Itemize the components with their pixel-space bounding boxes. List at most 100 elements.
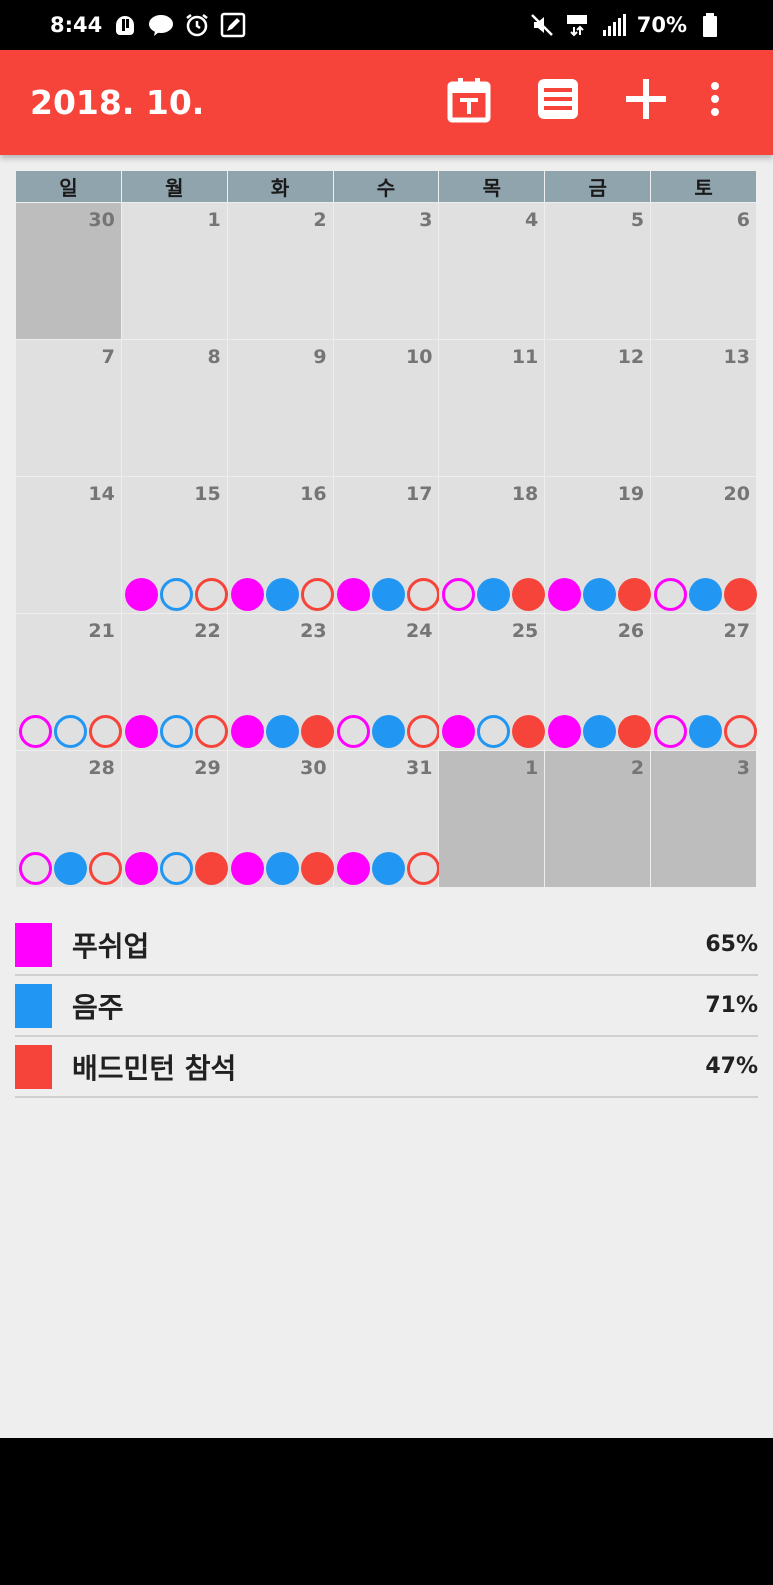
more-options-icon[interactable] (700, 76, 730, 128)
empty-habit-dot (194, 578, 228, 611)
list-view-icon[interactable] (535, 76, 587, 128)
calendar-day[interactable]: 16 (227, 477, 334, 613)
filled-habit-dot (230, 578, 264, 611)
day-number: 12 (617, 346, 645, 368)
empty-habit-dot (89, 715, 122, 748)
calendar-day[interactable]: 12 (545, 340, 651, 476)
filled-habit-dot (124, 715, 158, 748)
calendar-day[interactable]: 15 (121, 477, 228, 613)
calendar-day[interactable]: 23 (227, 614, 334, 750)
month-title[interactable]: 2018. 10. (30, 83, 204, 122)
empty-habit-dot (724, 715, 758, 748)
habit-markers (336, 852, 440, 885)
day-number: 2 (313, 209, 327, 231)
empty-habit-dot (406, 578, 440, 611)
calendar-day[interactable]: 7 (16, 340, 121, 476)
calendar-day[interactable]: 1 (439, 751, 545, 887)
calendar-day[interactable]: 4 (439, 203, 545, 339)
filled-habit-dot (54, 852, 87, 885)
calendar-day[interactable]: 11 (439, 340, 545, 476)
day-number: 30 (300, 757, 327, 779)
legend-row[interactable]: 푸쉬업 65% (15, 915, 758, 976)
filled-habit-dot (583, 578, 617, 611)
status-bar: 8:44 70% (0, 0, 773, 50)
calendar-day[interactable]: 14 (16, 477, 121, 613)
calendar-day[interactable]: 5 (545, 203, 651, 339)
filled-habit-dot (230, 715, 264, 748)
habit-legend: 푸쉬업 65% 음주 71% 배드민턴 참석 47% (15, 915, 758, 1098)
habit-markers (124, 715, 228, 748)
calendar-today-icon[interactable] (446, 76, 498, 128)
filled-habit-dot (230, 852, 264, 885)
habit-markers (442, 715, 546, 748)
filled-habit-dot (371, 715, 405, 748)
habit-markers (19, 852, 122, 885)
calendar-day[interactable]: 10 (333, 340, 439, 476)
habit-markers (336, 578, 440, 611)
calendar-day[interactable]: 19 (545, 477, 652, 613)
weekday-label: 토 (651, 171, 756, 202)
day-number: 15 (194, 483, 221, 505)
empty-habit-dot (159, 578, 193, 611)
day-number: 20 (723, 483, 750, 505)
calendar-day[interactable]: 3 (333, 203, 439, 339)
legend-row[interactable]: 배드민턴 참석 47% (15, 1037, 758, 1098)
empty-habit-dot (406, 852, 440, 885)
calendar-day[interactable]: 28 (16, 751, 122, 887)
day-number: 9 (313, 346, 327, 368)
empty-habit-dot (194, 715, 228, 748)
calendar-day[interactable]: 24 (333, 614, 440, 750)
status-time: 8:44 (50, 13, 103, 37)
calendar-day[interactable]: 6 (651, 203, 756, 339)
day-number: 3 (419, 209, 433, 231)
calendar-day[interactable]: 31 (333, 751, 440, 887)
weekday-label: 수 (333, 171, 439, 202)
day-number: 27 (723, 620, 750, 642)
day-number: 3 (736, 757, 750, 779)
calendar-day[interactable]: 21 (16, 614, 122, 750)
filled-habit-dot (512, 715, 546, 748)
calendar-day[interactable]: 2 (545, 751, 651, 887)
filled-habit-dot (689, 715, 723, 748)
empty-habit-dot (159, 715, 193, 748)
navigation-bar-area (0, 1438, 773, 1585)
legend-row[interactable]: 음주 71% (15, 976, 758, 1037)
legend-percent: 71% (705, 993, 758, 1018)
empty-habit-dot (300, 578, 334, 611)
calendar-day[interactable]: 3 (651, 751, 756, 887)
content-area: 일월화수목금토 30 1 2 3 4 5 6 7 8 9 10 11 12 13 14 15 16 17 18 19 2… (0, 155, 773, 1438)
habit-markers (442, 578, 546, 611)
day-number: 22 (194, 620, 221, 642)
calendar-day[interactable]: 27 (651, 614, 758, 750)
calendar-day[interactable]: 30 (16, 203, 121, 339)
empty-habit-dot (159, 852, 193, 885)
calendar-day[interactable]: 22 (121, 614, 228, 750)
habit-markers (124, 578, 228, 611)
day-number: 30 (88, 209, 115, 231)
habit-markers (654, 715, 758, 748)
calendar-day[interactable]: 9 (227, 340, 333, 476)
filled-habit-dot (265, 578, 299, 611)
habit-markers (124, 852, 228, 885)
filled-habit-dot (371, 578, 405, 611)
ucloud-icon (112, 12, 138, 38)
calendar-day[interactable]: 25 (439, 614, 546, 750)
calendar-day[interactable]: 2 (227, 203, 333, 339)
calendar-day[interactable]: 20 (651, 477, 758, 613)
calendar-day[interactable]: 1 (121, 203, 227, 339)
add-icon[interactable] (624, 76, 676, 128)
calendar-day[interactable]: 17 (333, 477, 440, 613)
empty-habit-dot (406, 715, 440, 748)
calendar-day[interactable]: 26 (545, 614, 652, 750)
day-number: 14 (88, 483, 115, 505)
mute-icon (529, 12, 555, 38)
calendar-day[interactable]: 8 (121, 340, 227, 476)
day-number: 1 (525, 757, 539, 779)
weekday-label: 목 (439, 171, 545, 202)
filled-habit-dot (583, 715, 617, 748)
day-number: 8 (207, 346, 221, 368)
calendar-day[interactable]: 29 (121, 751, 228, 887)
calendar-day[interactable]: 18 (439, 477, 546, 613)
calendar-day[interactable]: 13 (651, 340, 756, 476)
calendar-day[interactable]: 30 (227, 751, 334, 887)
